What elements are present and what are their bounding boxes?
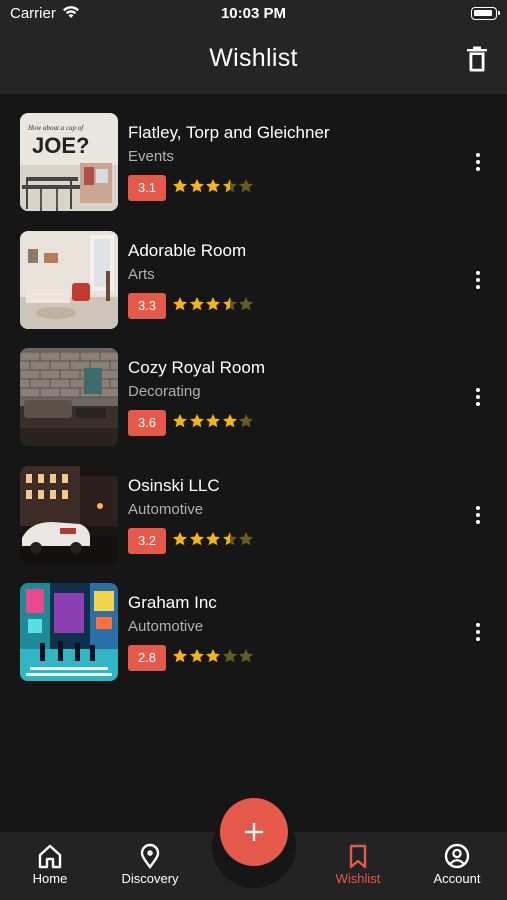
star-icon	[173, 179, 187, 193]
star-icon	[206, 179, 220, 193]
plus-icon	[245, 823, 263, 841]
more-options-icon[interactable]	[470, 269, 486, 293]
star-icon	[222, 414, 237, 428]
more-options-icon[interactable]	[470, 504, 486, 528]
star-icon	[206, 649, 220, 663]
star-icon	[239, 414, 253, 428]
list-item[interactable]: Adorable Room Arts 3.3	[20, 230, 490, 349]
nav-account-label: Account	[433, 871, 481, 886]
star-icon	[189, 179, 204, 193]
star-rating	[172, 296, 255, 312]
star-icon	[239, 179, 253, 193]
star-icon	[173, 649, 187, 663]
place-name: Adorable Room	[128, 240, 247, 260]
rating-badge: 3.3	[128, 292, 166, 319]
more-options-icon[interactable]	[470, 386, 486, 410]
clock: 10:03 PM	[220, 5, 287, 22]
rating-badge: 3.6	[128, 410, 166, 436]
nav-account[interactable]: Account	[417, 843, 497, 886]
list-item[interactable]: Cozy Royal Room Decorating 3.6	[20, 348, 490, 466]
more-options-icon[interactable]	[470, 151, 486, 175]
rating-badge: 3.1	[128, 175, 166, 201]
nav-home-label: Home	[32, 871, 68, 886]
star-icon	[206, 531, 220, 545]
home-icon	[38, 844, 62, 869]
page-title: Wishlist	[209, 44, 298, 72]
nav-wishlist-label: Wishlist	[335, 871, 381, 886]
place-name: Cozy Royal Room	[128, 358, 265, 377]
place-name: Graham Inc	[128, 593, 217, 612]
star-icon	[239, 649, 253, 663]
account-icon	[444, 843, 470, 869]
nav-discovery-label: Discovery	[121, 871, 179, 886]
star-icon	[173, 531, 187, 545]
star-icon	[222, 649, 237, 663]
place-thumbnail	[20, 230, 118, 329]
star-icon	[173, 414, 187, 428]
nav-home[interactable]: Home	[10, 843, 90, 886]
star-rating	[172, 413, 255, 429]
star-icon	[222, 296, 237, 310]
status-bar: Carrier 10:03 PM	[0, 0, 507, 30]
place-category: Automotive	[128, 500, 204, 518]
star-rating	[172, 178, 255, 194]
top-bar: Carrier 10:03 PM Wishlist	[0, 0, 507, 94]
star-icon	[189, 296, 204, 310]
place-name: Flatley, Torp and Gleichner	[128, 123, 330, 142]
place-category: Arts	[128, 265, 155, 283]
place-category: Automotive	[128, 618, 204, 635]
svg-text:JOE?: JOE?	[32, 133, 89, 158]
place-thumbnail	[20, 465, 118, 564]
location-pin-icon	[140, 843, 160, 869]
nav-discovery[interactable]: Discovery	[110, 843, 190, 886]
add-button[interactable]	[220, 798, 288, 866]
rating-badge: 2.8	[128, 645, 166, 671]
wishlist-list: How about a cup of JOE? Flatley, Torp an…	[20, 113, 490, 701]
star-icon	[222, 179, 237, 193]
nav-wishlist[interactable]: Wishlist	[318, 843, 398, 886]
list-item[interactable]: How about a cup of JOE? Flatley, Torp an…	[20, 113, 490, 231]
star-icon	[189, 531, 204, 545]
place-thumbnail: How about a cup of JOE?	[20, 113, 118, 211]
star-rating	[172, 531, 255, 547]
place-category: Decorating	[128, 383, 201, 400]
star-icon	[189, 649, 204, 663]
star-icon	[189, 414, 204, 428]
star-icon	[173, 296, 187, 310]
place-thumbnail	[20, 348, 118, 446]
list-item[interactable]: Graham Inc Automotive 2.8	[20, 583, 490, 701]
star-icon	[206, 414, 220, 428]
star-icon	[206, 296, 220, 310]
place-category: Events	[128, 148, 174, 165]
more-options-icon[interactable]	[470, 621, 486, 645]
star-rating	[172, 648, 255, 664]
battery-icon	[471, 7, 500, 20]
place-thumbnail	[20, 583, 118, 681]
place-name: Osinski LLC	[128, 475, 220, 495]
list-item[interactable]: Osinski LLC Automotive 3.2	[20, 465, 490, 584]
star-icon	[239, 296, 253, 310]
svg-text:How about a cup of: How about a cup of	[27, 124, 84, 132]
star-icon	[222, 531, 237, 545]
trash-icon[interactable]	[465, 46, 489, 72]
star-icon	[239, 531, 253, 545]
bookmark-icon	[349, 844, 367, 869]
rating-badge: 3.2	[128, 527, 166, 554]
